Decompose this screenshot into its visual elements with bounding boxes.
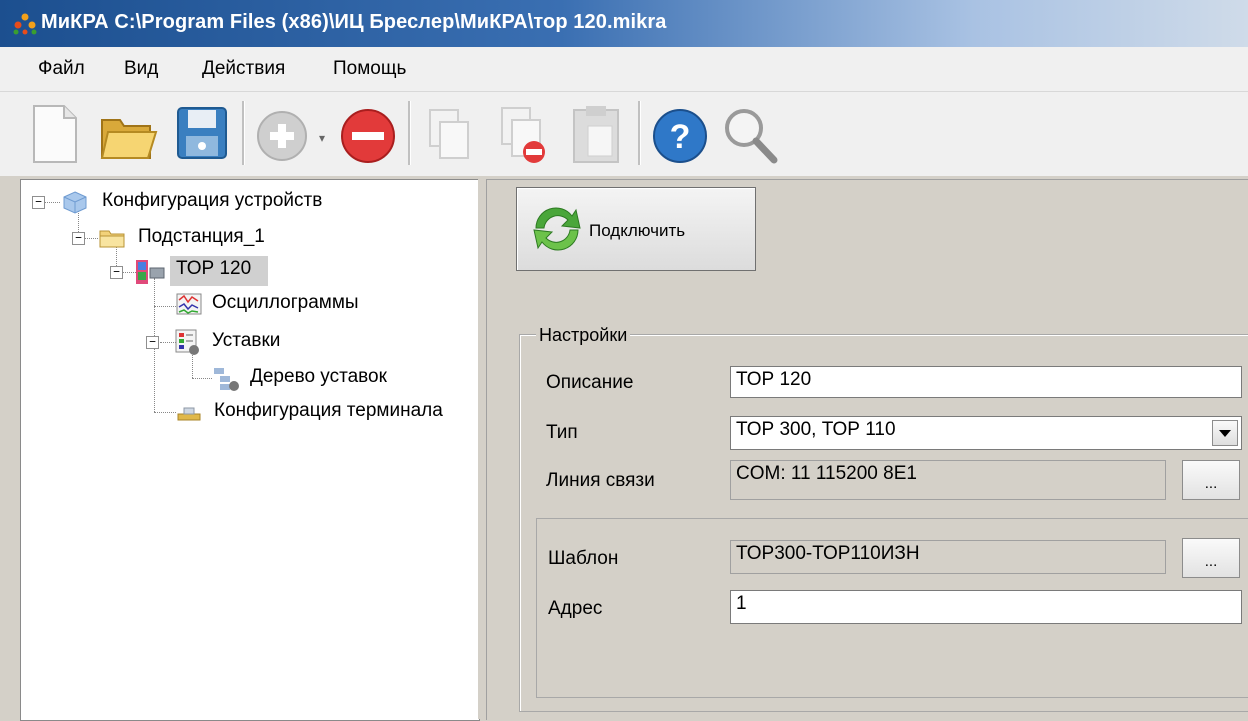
terminal-device-icon [136, 260, 165, 284]
oscillogram-icon [176, 293, 202, 315]
dropdown-arrow-icon[interactable] [1212, 420, 1238, 446]
link-browse-button[interactable]: ... [1182, 460, 1240, 500]
settings-group-legend: Настройки [536, 325, 631, 346]
menu-file[interactable]: Файл [38, 58, 85, 80]
dropdown-arrow-icon[interactable]: ▾ [319, 131, 325, 145]
tree-item-substation[interactable]: Подстанция_1 [138, 226, 265, 248]
menu-bar [0, 47, 1248, 91]
terminal-config-icon [177, 407, 201, 421]
tree-item-terminal-config[interactable]: Конфигурация терминала [214, 400, 443, 422]
folder-icon [99, 230, 125, 248]
save-disk-icon[interactable] [172, 100, 232, 168]
tree-item-settings[interactable]: Уставки [212, 330, 280, 352]
app-icon [13, 13, 37, 35]
type-select[interactable]: ТОР 300, ТОР 110 [730, 416, 1242, 450]
window-title: МиКРА C:\Program Files (x86)\ИЦ Бреслер\… [41, 11, 667, 33]
menu-help[interactable]: Помощь [333, 58, 406, 80]
panel-splitter[interactable] [478, 179, 486, 719]
add-circle-icon[interactable] [252, 100, 312, 168]
template-field: ТОР300-ТОР110ИЗН [730, 540, 1166, 574]
copy-icon[interactable] [420, 100, 480, 168]
type-label: Тип [546, 422, 578, 443]
paste-icon[interactable] [566, 100, 626, 168]
collapse-icon[interactable]: − [146, 336, 159, 349]
tree-item-oscillograms[interactable]: Осциллограммы [212, 292, 359, 314]
description-label: Описание [546, 372, 634, 393]
tree-line [154, 412, 176, 413]
toolbar-separator [638, 101, 641, 165]
chevron-down-icon [1219, 430, 1231, 437]
search-icon[interactable] [720, 100, 780, 168]
collapse-icon[interactable]: − [32, 196, 45, 209]
template-browse-button[interactable]: ... [1182, 538, 1240, 578]
toolbar-separator [242, 101, 245, 165]
open-folder-icon[interactable] [98, 100, 158, 168]
description-input[interactable]: ТОР 120 [730, 366, 1242, 398]
collapse-icon[interactable]: − [110, 266, 123, 279]
refresh-connect-icon [533, 207, 581, 251]
devices-cube-icon [63, 191, 87, 214]
tree-line [192, 378, 212, 379]
help-icon[interactable]: ? [650, 100, 710, 168]
tree-line [44, 202, 60, 203]
address-label: Адрес [548, 598, 603, 619]
template-label: Шаблон [548, 548, 619, 569]
connect-button-label: Подключить [589, 221, 686, 240]
settings-list-icon [175, 329, 199, 355]
toolbar-separator [408, 101, 411, 165]
settings-tree-icon [214, 368, 239, 391]
address-input[interactable]: 1 [730, 590, 1242, 624]
delete-copy-icon[interactable] [494, 100, 554, 168]
tree-item-settings-tree[interactable]: Дерево уставок [250, 366, 387, 388]
svg-text:?: ? [670, 118, 691, 156]
menu-view[interactable]: Вид [124, 58, 158, 80]
remove-circle-icon[interactable] [338, 100, 398, 168]
link-label: Линия связи [546, 470, 655, 491]
tree-line [154, 306, 176, 307]
tree-item-devices-config[interactable]: Конфигурация устройств [102, 190, 322, 212]
new-document-icon[interactable] [24, 100, 84, 168]
menu-actions[interactable]: Действия [202, 58, 285, 80]
collapse-icon[interactable]: − [72, 232, 85, 245]
link-field: COM: 11 115200 8E1 [730, 460, 1166, 500]
tree-line [84, 238, 98, 239]
tree-item-device[interactable]: ТОР 120 [176, 258, 251, 280]
